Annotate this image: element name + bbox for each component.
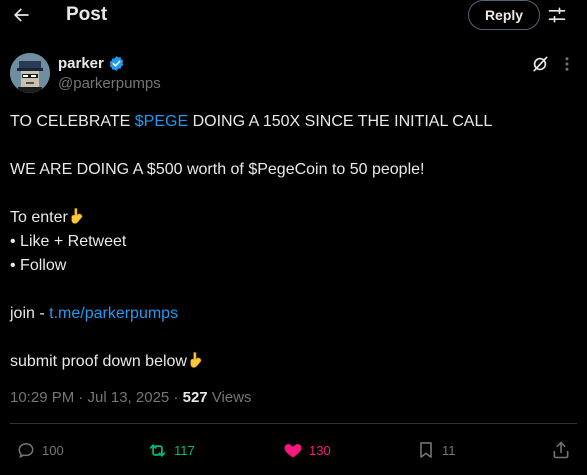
repost-count: 117 (174, 442, 195, 458)
tweet-text-segment: join - (10, 305, 50, 322)
filter-button[interactable] (545, 3, 569, 27)
telegram-link[interactable]: t.me/parkerpumps (49, 305, 178, 322)
divider (10, 423, 577, 424)
views-label: Views (207, 389, 252, 406)
verified-badge-icon (109, 56, 124, 71)
like-icon (284, 444, 302, 458)
back-button[interactable] (8, 2, 34, 28)
grok-button[interactable] (530, 54, 550, 74)
filter-icon (548, 7, 566, 23)
reply-count: 100 (42, 442, 64, 458)
views-count: 527 (182, 389, 208, 406)
post-timestamp[interactable]: 10:29 PM · Jul 13, 2025 · (10, 389, 183, 406)
bookmark-icon (420, 442, 432, 458)
tweet-text-segment: TO CELEBRATE (10, 113, 135, 130)
author-display-name[interactable]: parker (58, 55, 104, 72)
tweet-line: • Follow (10, 257, 67, 274)
tweet-line: WE ARE DOING A $500 worth of $PegeCoin t… (10, 161, 425, 178)
like-action-button[interactable]: 130 (283, 437, 331, 463)
tweet-line: To enter (10, 206, 575, 230)
post-meta: 10:29 PM · Jul 13, 2025 · 527 Views (10, 389, 252, 406)
pointing-down-emoji (187, 351, 205, 377)
page-title: Post (66, 4, 108, 25)
more-options-button[interactable] (557, 54, 577, 74)
bookmark-action-button[interactable]: 11 (416, 437, 456, 463)
more-icon (565, 57, 569, 71)
reply-icon (18, 443, 34, 458)
reply-button[interactable]: Reply (468, 0, 540, 30)
avatar[interactable] (10, 53, 50, 93)
reply-action-button[interactable]: 100 (16, 437, 64, 463)
tweet-line: submit proof down below (10, 350, 575, 374)
cashtag-link[interactable]: $PEGE (135, 113, 188, 130)
tweet-text: TO CELEBRATE $PEGE DOING A 150X SINCE TH… (10, 110, 575, 374)
tweet-line: TO CELEBRATE $PEGE DOING A 150X SINCE TH… (10, 110, 575, 134)
grok-icon (533, 56, 548, 72)
share-action-button[interactable] (551, 437, 571, 463)
repost-action-button[interactable]: 117 (147, 437, 195, 463)
tweet-line: • Like + Retweet (10, 233, 127, 250)
repost-icon (149, 443, 166, 457)
author-handle[interactable]: @parkerpumps (58, 75, 161, 92)
share-icon (553, 441, 569, 459)
action-bar: 100 117 130 11 (0, 437, 587, 463)
like-count: 130 (309, 442, 331, 458)
tweet-text-segment: To enter (10, 209, 68, 226)
tweet-text-segment: DOING A 150X SINCE THE INITIAL CALL (188, 113, 493, 130)
tweet-text-segment: submit proof down below (10, 353, 187, 370)
tweet-line: join - t.me/parkerpumps (10, 302, 575, 326)
top-bar: Post Reply (0, 0, 587, 30)
bookmark-count: 11 (442, 442, 456, 458)
back-arrow-icon (14, 8, 29, 22)
avatar-image (10, 53, 50, 93)
